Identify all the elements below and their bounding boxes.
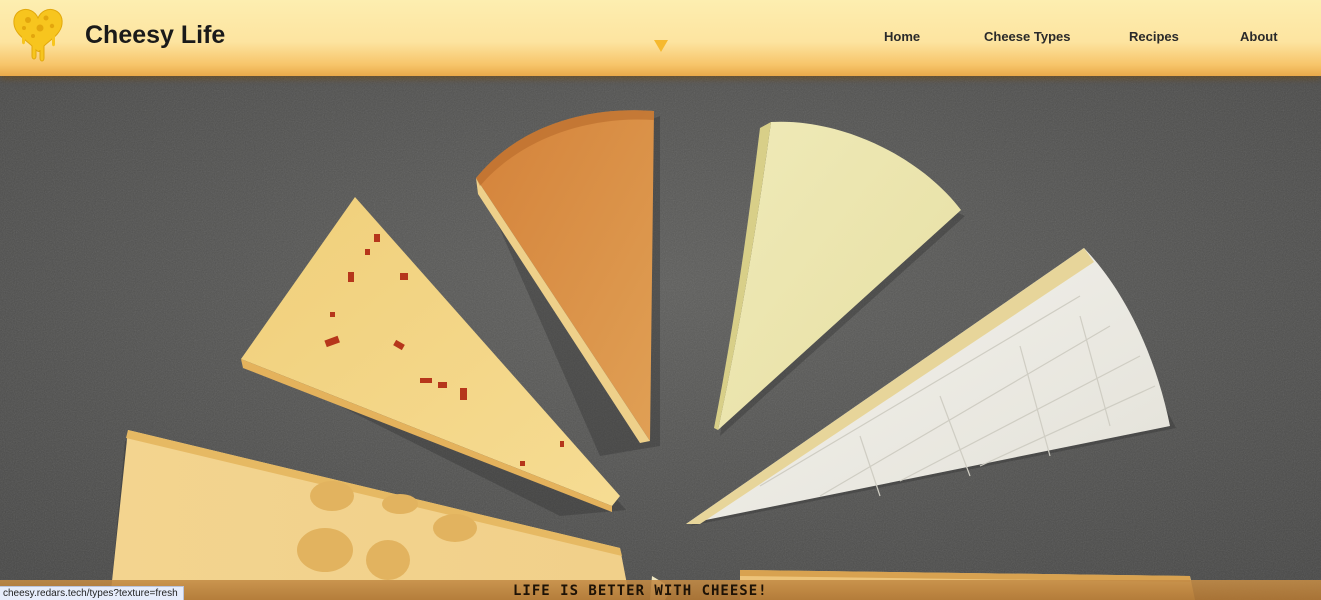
nav-about[interactable]: About [1240, 29, 1278, 44]
nav-cheese-types[interactable]: Cheese Types [984, 29, 1070, 44]
hero-banner [0, 76, 1321, 600]
main-nav: Home Cheese Types Recipes About [0, 29, 1321, 45]
status-bar-url: cheesy.redars.tech/types?texture=fresh [0, 586, 184, 600]
hero-tagline: LIFE IS BETTER WITH CHEESE! [513, 583, 768, 599]
cheese-wedges-photo [0, 76, 1321, 600]
site-header: Cheesy Life Home Cheese Types Recipes Ab… [0, 0, 1321, 76]
nav-home[interactable]: Home [884, 29, 920, 44]
tagline-bar: LIFE IS BETTER WITH CHEESE! [0, 580, 1321, 600]
nav-recipes[interactable]: Recipes [1129, 29, 1179, 44]
